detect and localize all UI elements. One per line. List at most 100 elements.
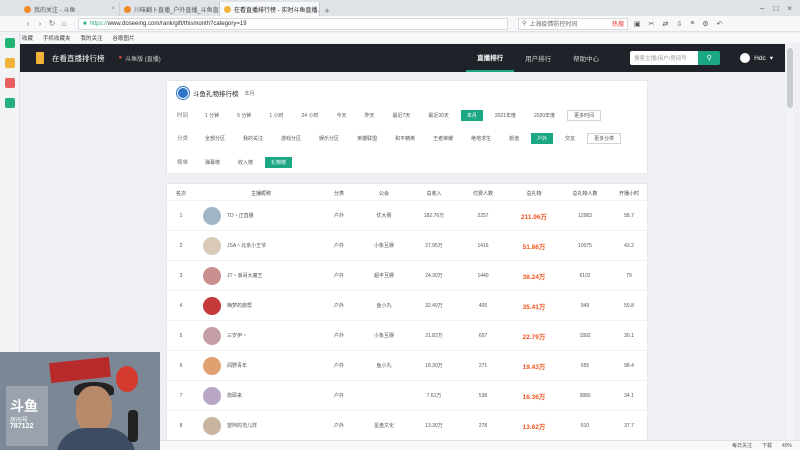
browser-tab[interactable]: 川味翻卜直播_户外直播_斗鱼直...×: [120, 2, 220, 16]
time-option[interactable]: 今天: [330, 110, 352, 121]
time-option-selected[interactable]: 本月: [460, 109, 483, 121]
time-option[interactable]: 2021年度: [489, 110, 522, 121]
category-option[interactable]: 游戏分区: [275, 133, 307, 144]
category-option[interactable]: 交友: [559, 133, 581, 144]
download-icon[interactable]: ⇩: [676, 20, 682, 28]
status-item[interactable]: 下载: [762, 442, 772, 449]
browser-tab[interactable]: 我的关注 - 斗鱼 ×: [20, 2, 120, 16]
table-row[interactable]: 7 炮耶来 户外 7.61万 538 16.36万 3880 34.1: [167, 380, 649, 410]
time-option[interactable]: 1 分钟: [199, 110, 225, 121]
category-option[interactable]: 颜值: [503, 133, 525, 144]
column-header[interactable]: 总礼物: [507, 190, 561, 197]
anchor-avatar[interactable]: [203, 266, 221, 285]
bookmark-item[interactable]: 我的关注: [81, 34, 103, 42]
anchor-cell[interactable]: JT丶浪哥大魔王: [195, 266, 319, 285]
refresh-icon[interactable]: ↻: [46, 19, 58, 28]
time-option[interactable]: 最近30天: [422, 110, 455, 121]
time-option[interactable]: 5 分钟: [231, 110, 257, 121]
sidebar-star-icon[interactable]: [5, 58, 15, 68]
bookmark-item[interactable]: 手机收藏夹: [43, 34, 71, 42]
extension-icon[interactable]: ▣: [634, 20, 641, 28]
status-item[interactable]: 40%: [782, 443, 792, 449]
anchor-cell[interactable]: 炮耶来: [195, 386, 319, 405]
browser-search-box[interactable]: ⚲ 上海疫情防控时间 热搜: [518, 17, 628, 30]
anchor-cell[interactable]: 望阿的范儿样: [195, 416, 319, 435]
board-option[interactable]: 弹幕榜: [199, 157, 226, 168]
anchor-avatar[interactable]: [203, 236, 221, 255]
column-header[interactable]: 总收入: [409, 190, 459, 197]
table-row[interactable]: 4 嗨梦的旅帮 户外 鱼小丸 32.49万 405 35.41万 949 59.8: [167, 290, 649, 320]
time-option[interactable]: 1 小时: [263, 110, 289, 121]
more-category-button[interactable]: 更多分类: [587, 132, 622, 144]
close-tab-icon[interactable]: ×: [111, 6, 115, 12]
anchor-cell[interactable]: 阎野青年: [195, 356, 319, 375]
anchor-cell[interactable]: 嗨梦的旅帮: [195, 296, 319, 315]
site-search-input[interactable]: 搜索主播/用户/房间号: [630, 51, 699, 65]
table-row[interactable]: 5 三岁伊丶 户外 小象互娱 21.82万 657 22.79万 1892 30.1: [167, 320, 649, 350]
status-item[interactable]: 每日关注: [732, 442, 752, 449]
site-platform-selector[interactable]: ● 斗鱼版 (直播): [119, 54, 161, 63]
sidebar-history-icon[interactable]: [5, 78, 15, 88]
site-name[interactable]: 在看直播排行榜: [52, 53, 105, 64]
menu-icon[interactable]: ≡: [690, 20, 694, 28]
user-menu[interactable]: Hdc ▾: [740, 53, 773, 63]
column-header[interactable]: 付费人数: [459, 190, 507, 197]
translate-icon[interactable]: ⇄: [663, 20, 669, 28]
nav-user-rank[interactable]: 用户排行: [514, 44, 562, 72]
maximize-icon[interactable]: □: [773, 4, 778, 13]
screenshot-icon[interactable]: ✂: [649, 20, 655, 28]
sidebar-app-icon[interactable]: [5, 38, 15, 48]
forward-icon[interactable]: ›: [34, 19, 46, 28]
scrollbar-thumb[interactable]: [787, 48, 793, 108]
table-row[interactable]: 2 JSA丶北京小王爷 户外 小象互娱 27.95万 1416 51.86万 10075 43.…: [167, 230, 649, 260]
anchor-name[interactable]: 炮耶来: [227, 392, 242, 399]
bookmark-item[interactable]: 谷歌图片: [113, 34, 135, 42]
column-header[interactable]: 总礼物人数: [561, 190, 609, 197]
anchor-name[interactable]: JT丶浪哥大魔王: [227, 272, 263, 279]
time-option[interactable]: 昨天: [358, 110, 380, 121]
sidebar-mail-icon[interactable]: [5, 98, 15, 108]
anchor-avatar[interactable]: [203, 416, 221, 435]
page-scrollbar[interactable]: [786, 44, 794, 440]
anchor-cell[interactable]: TD丶正直播: [195, 206, 319, 225]
nav-live-rank[interactable]: 直播排行: [466, 44, 515, 72]
anchor-name[interactable]: 三岁伊丶: [227, 332, 247, 339]
category-option[interactable]: 和平精英: [389, 133, 421, 144]
category-option[interactable]: 英雄联盟: [351, 133, 383, 144]
anchor-avatar[interactable]: [203, 296, 221, 315]
anchor-cell[interactable]: JSA丶北京小王爷: [195, 236, 319, 255]
time-option[interactable]: 最近7天: [387, 110, 417, 121]
close-window-icon[interactable]: ×: [787, 4, 792, 13]
anchor-avatar[interactable]: [203, 356, 221, 375]
more-time-button[interactable]: 更多时间: [567, 109, 602, 121]
category-option[interactable]: 王者荣耀: [427, 133, 459, 144]
category-option[interactable]: 我的关注: [237, 133, 269, 144]
category-option-selected[interactable]: 户外: [531, 132, 554, 144]
table-row[interactable]: 6 阎野青年 户外 鱼小丸 18.30万 271 19.43万 655 98.4: [167, 350, 649, 380]
category-option[interactable]: 全部分区: [199, 133, 231, 144]
category-option[interactable]: 绝地求生: [465, 133, 497, 144]
anchor-name[interactable]: 望阿的范儿样: [227, 422, 257, 429]
undo-icon[interactable]: ↶: [717, 20, 723, 28]
home-icon[interactable]: ⌂: [58, 19, 70, 28]
anchor-avatar[interactable]: [203, 326, 221, 345]
minimize-icon[interactable]: –: [760, 4, 764, 13]
site-logo-icon[interactable]: [36, 52, 44, 64]
table-row[interactable]: 8 望阿的范儿样 户外 星盘文化 13.30万 278 13.62万 610 37.7: [167, 410, 649, 440]
column-header[interactable]: 开播小时: [609, 190, 649, 197]
anchor-name[interactable]: 嗨梦的旅帮: [227, 302, 252, 309]
settings-icon[interactable]: ⚙: [702, 20, 708, 28]
address-bar[interactable]: ■ https:// www.doseeing.com/rank/gift/th…: [78, 17, 508, 30]
browser-tab-active[interactable]: 在看直播排行榜 - 实时斗鱼直播...×: [220, 2, 320, 16]
site-search-button[interactable]: ⚲: [698, 51, 721, 65]
anchor-cell[interactable]: 三岁伊丶: [195, 326, 319, 345]
board-option-selected[interactable]: 礼物榜: [265, 156, 293, 168]
bookmark-item[interactable]: 收藏: [22, 34, 33, 42]
table-row[interactable]: 3 JT丶浪哥大魔王 户外 超丰互娱 24.30万 1440 38.24万 6102 79: [167, 260, 649, 290]
category-option[interactable]: 娱乐分区: [313, 133, 345, 144]
anchor-name[interactable]: TD丶正直播: [227, 212, 254, 219]
back-icon[interactable]: ‹: [22, 19, 34, 28]
anchor-name[interactable]: 阎野青年: [227, 362, 247, 369]
anchor-avatar[interactable]: [203, 206, 221, 225]
new-tab-button[interactable]: +: [320, 6, 334, 16]
